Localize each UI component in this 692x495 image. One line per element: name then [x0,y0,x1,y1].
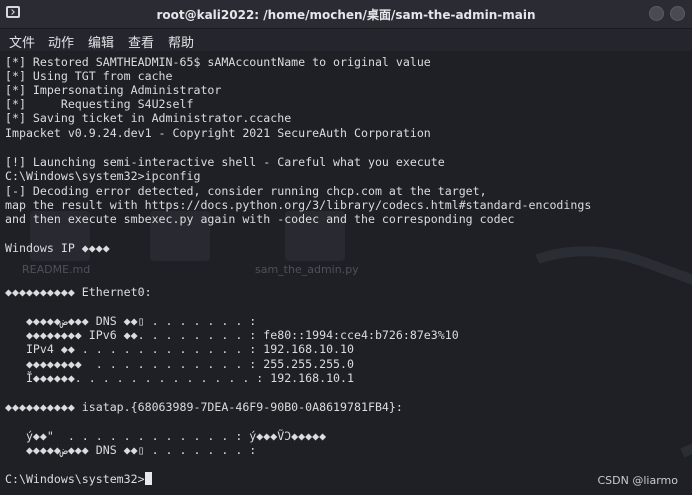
terminal-line: ◆◆◆◆◆◆◆◆ IPv6 ◆◆. . . . . . . . : fe80::… [5,328,459,342]
terminal-line: IPv4 ◆◆ . . . . . . . . . . . . : 192.16… [5,342,355,356]
minimize-button[interactable] [649,6,664,21]
terminal-output[interactable]: README.md sam_the_admin.py [*] Restored … [0,51,692,495]
kali-dragon-logo [442,209,692,495]
menu-view[interactable]: 查看 [128,32,154,51]
text-cursor [144,472,152,485]
terminal-line: Ĭ◆◆◆◆◆◆. . . . . . . . . . . . . : 192.1… [5,371,355,385]
maximize-button[interactable] [670,6,685,21]
ghost-label-readme: README.md [22,263,91,276]
terminal-line: [*] Impersonating Administrator [5,83,222,97]
menu-file[interactable]: 文件 [9,32,35,51]
terminal-line: [*] Using TGT from cache [5,69,173,83]
terminal-line: ◆◆◆◆◆◆◆◆◆◆ isatap.{68063989-7DEA-46F9-90… [5,400,403,414]
terminal-line: ◆◆◆◆◆ض◆◆◆ DNS ◆◆▯ . . . . . . . : [5,314,257,328]
menu-help[interactable]: 帮助 [168,32,194,51]
terminal-line: Windows IP ◆◆◆◆ [5,241,110,255]
terminal-window: root@kali2022: /home/mochen/桌面/sam-the-a… [0,0,692,495]
terminal-line: [!] Launching semi-interactive shell - C… [5,155,445,169]
command-prompt: C:\Windows\system32> [5,472,145,486]
csdn-watermark: CSDN @liarmo [597,474,679,487]
terminal-line: [*] Saving ticket in Administrator.ccach… [5,111,292,125]
menu-action[interactable]: 动作 [48,32,74,51]
ghost-label-script: sam_the_admin.py [255,263,359,276]
terminal-line: and then execute smbexec.py again with -… [5,212,515,226]
terminal-line: ◆◆◆◆◆◆◆◆ . . . . . . . . . . . : 255.255… [5,357,355,371]
title-bar: root@kali2022: /home/mochen/桌面/sam-the-a… [0,0,692,29]
menu-edit[interactable]: 编辑 [88,32,114,51]
window-title: root@kali2022: /home/mochen/桌面/sam-the-a… [156,8,536,22]
terminal-line: [*] Requesting S4U2self [5,97,194,111]
terminal-line: Impacket v0.9.24.dev1 - Copyright 2021 S… [5,126,431,140]
menu-bar: 文件 动作 编辑 查看 帮助 [0,29,692,51]
terminal-line: C:\Windows\system32>ipconfig [5,169,201,183]
terminal-line: map the result with https://docs.python.… [5,198,592,212]
terminal-line: ý◆◆" . . . . . . . . . . . . : ý◆◆◆ṼƆ◆◆◆… [5,429,327,443]
terminal-line: ◆◆◆◆◆◆◆◆◆◆ Ethernet0: [5,285,152,299]
terminal-line: [-] Decoding error detected, consider ru… [5,184,487,198]
terminal-line: ◆◆◆◆◆ض◆◆◆ DNS ◆◆▯ . . . . . . . : [5,443,257,457]
command-prompt-line[interactable]: C:\Windows\system32> [5,472,152,486]
terminal-line: [*] Restored SAMTHEADMIN-65$ sAMAccountN… [5,55,431,69]
